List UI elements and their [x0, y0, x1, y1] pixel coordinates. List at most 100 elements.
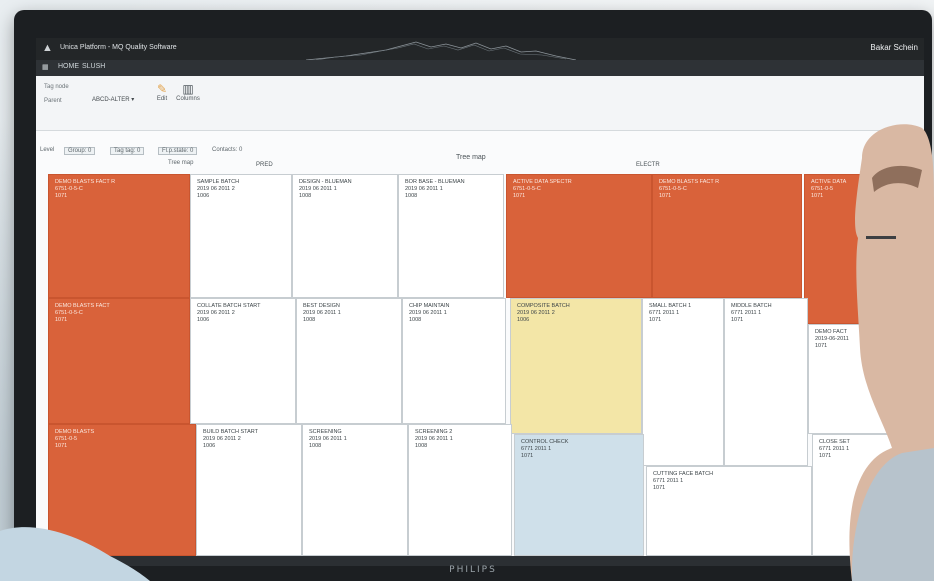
tile-title: COMPOSITE BATCH — [517, 303, 570, 309]
tile-title: SCREENING — [309, 429, 342, 435]
waveform-graphic — [306, 41, 576, 60]
columns-button[interactable]: ▥ Columns — [174, 82, 202, 102]
tile-value: 1071 — [731, 317, 744, 323]
tile-date: 2019 06 2011 1 — [405, 186, 443, 192]
tile-date: 2019 06 2011 1 — [309, 436, 347, 442]
treemap-tile[interactable]: MIDDLE BATCH 6771 2011 1 1071 — [724, 298, 808, 466]
treemap-header-left: PRED — [256, 162, 273, 168]
tile-date: 2019 06 2011 1 — [409, 310, 447, 316]
treemap-tile[interactable]: CUTTING FACE BATCH 6771 2011 1 1071 — [646, 466, 812, 556]
treemap-tile[interactable]: CONTROL CHECK 6771 2011 1 1071 — [514, 434, 644, 556]
tile-value: 1006 — [203, 443, 216, 449]
pencil-icon: ✎ — [156, 82, 168, 96]
tile-date: 6771 2011 1 — [521, 446, 552, 452]
chevron-down-icon: ▾ — [131, 97, 135, 103]
tile-title: SAMPLE BATCH — [197, 179, 240, 185]
tile-date: 2019 06 2011 1 — [415, 436, 453, 442]
tile-title: BEST DESIGN — [303, 303, 340, 309]
tile-date: 2019 06 2011 2 — [517, 310, 555, 316]
tile-title: BUILD BATCH START — [203, 429, 259, 435]
treemap-tile[interactable]: BEST DESIGN 2019 06 2011 1 1008 — [296, 298, 402, 424]
tile-value: 1071 — [653, 485, 666, 491]
treemap-tile[interactable]: CHIP MAINTAIN 2019 06 2011 1 1008 — [402, 298, 506, 424]
treemap-header: PRED Tree map ELECTR — [36, 154, 924, 172]
monitor-brand: PHILIPS — [449, 565, 497, 575]
treemap-tile[interactable]: SAMPLE BATCH 2019 06 2011 2 1006 — [190, 174, 292, 298]
tile-value: 1071 — [649, 317, 662, 323]
tile-title: CUTTING FACE BATCH — [653, 471, 714, 477]
tile-title: BOR BASE - BLUEMAN — [405, 179, 465, 185]
tile-date: 2019 06 2011 2 — [203, 436, 241, 442]
edit-button[interactable]: ✎ Edit — [148, 82, 176, 102]
tile-value: 1008 — [299, 193, 312, 199]
treemap-tile[interactable]: SMALL BATCH 1 6771 2011 1 1071 — [642, 298, 724, 466]
filter-state[interactable]: Fl.p.state: 0 — [158, 147, 198, 155]
tile-value: 1071 — [55, 317, 68, 323]
grid-icon[interactable]: ▦ — [42, 63, 49, 71]
tag-node-label: Tag node — [44, 84, 69, 90]
monitor: ▲ Unica Platform - MQ Quality Software B… — [14, 10, 932, 581]
treemap-title: Tree map — [456, 154, 486, 161]
columns-icon: ▥ — [182, 82, 194, 96]
treemap-tile[interactable]: DEMO BLASTS FACT R 6751-0-5-C 1071 — [48, 174, 190, 298]
treemap-tile[interactable]: DESIGN - BLUEMAN 2019 06 2011 1 1008 — [292, 174, 398, 298]
person-left-shoulder — [0, 527, 150, 581]
tile-value: 1008 — [303, 317, 316, 323]
treemap-tile[interactable]: DEMO BLASTS FACT 6751-0-5-C 1071 — [48, 298, 190, 424]
tile-value: 1006 — [197, 317, 210, 323]
tile-date: 2019 06 2011 2 — [197, 310, 235, 316]
window-title: Unica Platform - MQ Quality Software — [60, 44, 177, 51]
tile-value: 1071 — [659, 193, 672, 199]
treemap-tile[interactable]: COMPOSITE BATCH 2019 06 2011 2 1006 — [510, 298, 642, 434]
menu-item-slush[interactable]: SLUSH — [82, 63, 105, 70]
tile-date: 2019 06 2011 1 — [299, 186, 337, 192]
tile-title: COLLATE BATCH START — [197, 303, 261, 309]
tile-title: SCREENING 2 — [415, 429, 453, 435]
tile-date: 6751-0-5 — [55, 436, 78, 442]
treemap: DEMO BLASTS FACT R 6751-0-5-C 1071 SAMPL… — [48, 174, 924, 566]
tile-title: CONTROL CHECK — [521, 439, 569, 445]
treemap-header-right: ELECTR — [636, 162, 660, 168]
app-logo-icon: ▲ — [42, 42, 53, 54]
tile-value: 1006 — [197, 193, 210, 199]
filter-tag[interactable]: Tag tag: 0 — [110, 147, 145, 155]
tile-title: ACTIVE DATA SPECTR — [513, 179, 572, 185]
person-right-silhouette — [849, 124, 934, 581]
treemap-tile[interactable]: BOR BASE - BLUEMAN 2019 06 2011 1 1008 — [398, 174, 504, 298]
tile-date: 6771 2011 1 — [653, 478, 684, 484]
tile-date: 6751-0-5-C — [55, 310, 83, 316]
menu-item-home[interactable]: HOME — [58, 63, 79, 70]
filter-level[interactable]: Level — [40, 147, 54, 153]
parent-dropdown-value: ABCD-ALTER — [92, 97, 130, 103]
treemap-tile[interactable]: SCREENING 2019 06 2011 1 1008 — [302, 424, 408, 556]
treemap-tile[interactable]: BUILD BATCH START 2019 06 2011 2 1006 — [196, 424, 302, 556]
tile-value: 1071 — [55, 193, 68, 199]
tile-value: 1008 — [405, 193, 418, 199]
user-name[interactable]: Bakar Schein — [870, 43, 918, 52]
tile-title: SMALL BATCH 1 — [649, 303, 692, 309]
treemap-tile[interactable]: SCREENING 2 2019 06 2011 1 1008 — [408, 424, 512, 556]
tile-value: 1008 — [309, 443, 322, 449]
tile-title: CHIP MAINTAIN — [409, 303, 450, 309]
tile-date: 2019 06 2011 1 — [303, 310, 341, 316]
parent-dropdown[interactable]: ABCD-ALTER ▾ — [92, 96, 134, 103]
treemap-tile[interactable]: COLLATE BATCH START 2019 06 2011 2 1006 — [190, 298, 296, 424]
tile-title: DESIGN - BLUEMAN — [299, 179, 352, 185]
edit-button-label: Edit — [156, 96, 168, 102]
filter-contacts[interactable]: Contacts: 0 — [212, 147, 242, 153]
tile-value: 1071 — [513, 193, 526, 199]
treemap-tile[interactable]: DEMO BLASTS FACT R 6751-0-5-C 1071 — [652, 174, 802, 298]
tile-title: MIDDLE BATCH — [731, 303, 772, 309]
tile-value: 1006 — [517, 317, 530, 323]
tile-date: 6751-0-5-C — [513, 186, 541, 192]
columns-button-label: Columns — [176, 96, 200, 102]
title-bar: ▲ Unica Platform - MQ Quality Software B… — [36, 38, 924, 60]
treemap-tile[interactable]: ACTIVE DATA SPECTR 6751-0-5-C 1071 — [506, 174, 652, 298]
tile-title: DEMO BLASTS FACT — [55, 303, 110, 309]
filter-group[interactable]: Group: 0 — [64, 147, 96, 155]
app-screen: ▲ Unica Platform - MQ Quality Software B… — [36, 38, 924, 566]
tile-title: DEMO BLASTS FACT R — [55, 179, 116, 185]
tile-value: 1008 — [415, 443, 428, 449]
tile-date: 6751-0-5-C — [659, 186, 687, 192]
tile-title: DEMO BLASTS — [55, 429, 95, 435]
